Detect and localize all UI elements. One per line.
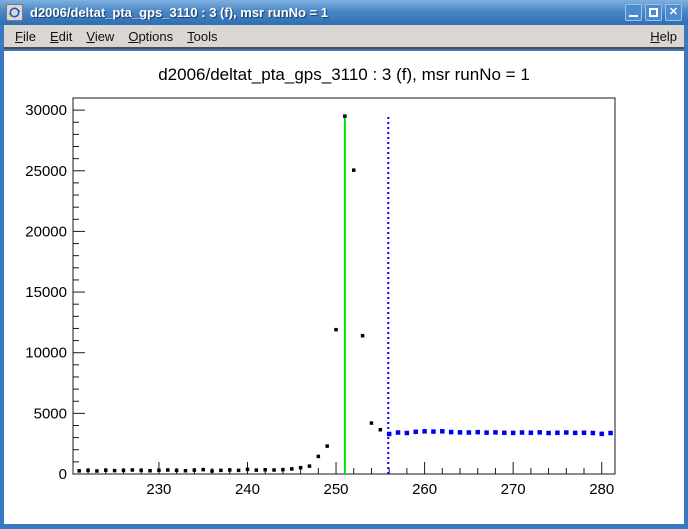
data-point	[325, 444, 329, 448]
data-point	[422, 429, 427, 434]
data-point	[86, 469, 90, 473]
titlebar[interactable]: d2006/deltat_pta_gps_3110 : 3 (f), msr r…	[0, 0, 688, 25]
data-point	[184, 469, 188, 473]
root-logo-icon[interactable]	[6, 4, 23, 21]
data-point	[387, 432, 392, 437]
data-point	[555, 431, 560, 436]
data-point	[475, 430, 480, 435]
data-point	[139, 469, 143, 473]
data-point	[157, 468, 161, 472]
y-tick-label: 20000	[25, 223, 67, 240]
data-point	[484, 430, 489, 435]
data-point	[511, 431, 515, 436]
data-point	[352, 168, 356, 172]
y-tick-label: 30000	[25, 102, 67, 119]
data-point	[440, 429, 445, 434]
data-point	[599, 432, 604, 437]
data-point	[520, 430, 525, 435]
y-tick-label: 25000	[25, 163, 67, 180]
data-point	[193, 468, 197, 472]
menu-item-view[interactable]: View	[79, 27, 121, 46]
data-point	[175, 469, 179, 473]
menu-item-file[interactable]: File	[8, 27, 43, 46]
plot-canvas[interactable]: d2006/deltat_pta_gps_3110 : 3 (f), msr r…	[4, 51, 684, 524]
x-tick-label: 250	[324, 481, 349, 498]
data-point	[546, 431, 551, 436]
plot-title: d2006/deltat_pta_gps_3110 : 3 (f), msr r…	[158, 65, 530, 84]
data-point	[396, 430, 401, 435]
x-tick-label: 230	[146, 481, 171, 498]
data-point	[131, 468, 135, 472]
data-point	[413, 430, 418, 435]
series-histogram-counts	[77, 114, 382, 472]
data-point	[219, 469, 223, 473]
data-point	[361, 334, 365, 338]
menubar: FileEditViewOptionsTools Help	[4, 25, 684, 49]
menu-item-tools[interactable]: Tools	[180, 27, 224, 46]
data-point	[449, 430, 454, 435]
series-background-tail	[387, 429, 613, 436]
data-point	[582, 431, 587, 436]
data-point	[343, 114, 347, 118]
data-point	[537, 430, 542, 435]
data-point	[228, 468, 232, 472]
data-point	[502, 431, 507, 436]
x-tick-label: 280	[589, 481, 614, 498]
data-point	[308, 464, 312, 468]
menu-item-help[interactable]: Help	[647, 27, 680, 46]
data-point	[104, 468, 108, 472]
data-point	[591, 431, 596, 436]
data-point	[246, 468, 250, 472]
data-point	[334, 328, 338, 332]
data-point	[166, 468, 170, 472]
menu-item-options[interactable]: Options	[121, 27, 180, 46]
data-point	[281, 468, 285, 472]
data-point	[370, 421, 374, 425]
y-tick-label: 0	[59, 466, 67, 483]
data-point	[201, 468, 205, 472]
data-point	[317, 455, 321, 459]
data-point	[608, 431, 613, 436]
data-point	[237, 469, 241, 473]
chart[interactable]: d2006/deltat_pta_gps_3110 : 3 (f), msr r…	[4, 51, 684, 524]
data-point	[113, 469, 117, 473]
maximize-icon[interactable]	[645, 4, 662, 21]
data-point	[467, 430, 472, 435]
menu-item-edit[interactable]: Edit	[43, 27, 79, 46]
data-point	[148, 469, 152, 473]
window-title: d2006/deltat_pta_gps_3110 : 3 (f), msr r…	[30, 5, 622, 20]
minimize-icon[interactable]	[625, 4, 642, 21]
data-point	[263, 468, 267, 472]
data-point	[405, 431, 410, 436]
data-point	[77, 469, 81, 473]
x-tick-label: 240	[235, 481, 260, 498]
data-point	[255, 468, 259, 472]
root-canvas-window: d2006/deltat_pta_gps_3110 : 3 (f), msr r…	[0, 0, 688, 529]
data-point	[122, 469, 126, 473]
data-point	[272, 468, 276, 472]
data-point	[210, 469, 214, 473]
data-point	[95, 469, 99, 473]
y-tick-label: 15000	[25, 284, 67, 301]
data-point	[290, 467, 294, 471]
y-tick-label: 5000	[34, 405, 67, 422]
root-logo-glyph	[8, 6, 21, 19]
y-tick-label: 10000	[25, 345, 67, 362]
x-tick-label: 270	[501, 481, 526, 498]
data-point	[299, 466, 303, 470]
close-icon[interactable]	[665, 4, 682, 21]
x-tick-label: 260	[412, 481, 437, 498]
data-point	[458, 430, 463, 435]
data-point	[564, 430, 569, 435]
data-point	[431, 429, 436, 434]
menu-help-label: elp	[660, 29, 677, 44]
data-point	[493, 430, 498, 435]
data-point	[379, 428, 383, 432]
data-point	[529, 431, 534, 436]
data-point	[573, 431, 578, 436]
